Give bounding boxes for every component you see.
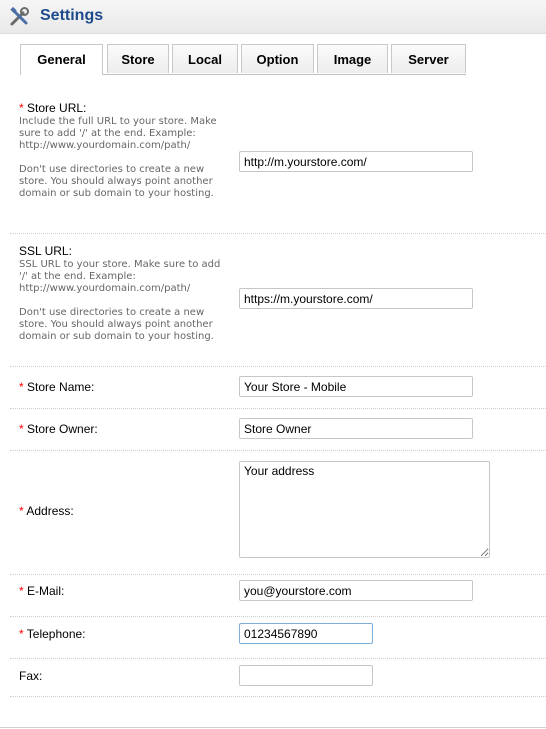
email-input[interactable] xyxy=(239,580,473,601)
ssl-url-input[interactable] xyxy=(239,288,473,309)
store-name-input[interactable] xyxy=(239,376,473,397)
form-row-store-url: * Store URL: Include the full URL to you… xyxy=(10,96,546,234)
page-title: Settings xyxy=(40,7,104,24)
tab-image[interactable]: Image xyxy=(317,44,388,73)
form-row-email: * E-Mail: xyxy=(10,574,546,617)
address-label: * Address: xyxy=(19,504,74,518)
tab-local[interactable]: Local xyxy=(172,44,238,73)
telephone-input[interactable] xyxy=(239,623,373,644)
telephone-label: * Telephone: xyxy=(19,627,86,641)
form-row-ssl-url: SSL URL: SSL URL to your store. Make sur… xyxy=(10,233,546,367)
email-label: * E-Mail: xyxy=(19,584,65,598)
tab-general[interactable]: General xyxy=(20,44,103,75)
store-url-label: * Store URL: xyxy=(19,101,87,115)
store-url-help: Include the full URL to your store. Make… xyxy=(19,116,217,199)
store-url-input[interactable] xyxy=(239,151,473,172)
page-header: Settings xyxy=(0,0,546,34)
address-textarea[interactable]: Your address xyxy=(239,461,490,558)
fax-label: Fax: xyxy=(19,669,43,683)
store-name-label: * Store Name: xyxy=(19,380,95,394)
tab-bar: General Store Local Option Image Server xyxy=(20,44,546,75)
fax-input[interactable] xyxy=(239,665,373,686)
form-row-address: * Address: Your address xyxy=(10,450,546,575)
form-row-fax: Fax: xyxy=(10,658,546,697)
ssl-url-help: SSL URL to your store. Make sure to add … xyxy=(19,259,221,342)
tab-option[interactable]: Option xyxy=(241,44,314,73)
tools-icon xyxy=(9,6,31,28)
tab-server[interactable]: Server xyxy=(391,44,466,73)
store-owner-label: * Store Owner: xyxy=(19,422,98,436)
form-row-telephone: * Telephone: xyxy=(10,616,546,659)
form-row-store-owner: * Store Owner: xyxy=(10,408,546,451)
ssl-url-label: SSL URL: xyxy=(19,244,72,258)
store-owner-input[interactable] xyxy=(239,418,473,439)
tab-store[interactable]: Store xyxy=(107,44,169,73)
page-bottom-border xyxy=(0,727,546,728)
form-row-store-name: * Store Name: xyxy=(10,366,546,409)
